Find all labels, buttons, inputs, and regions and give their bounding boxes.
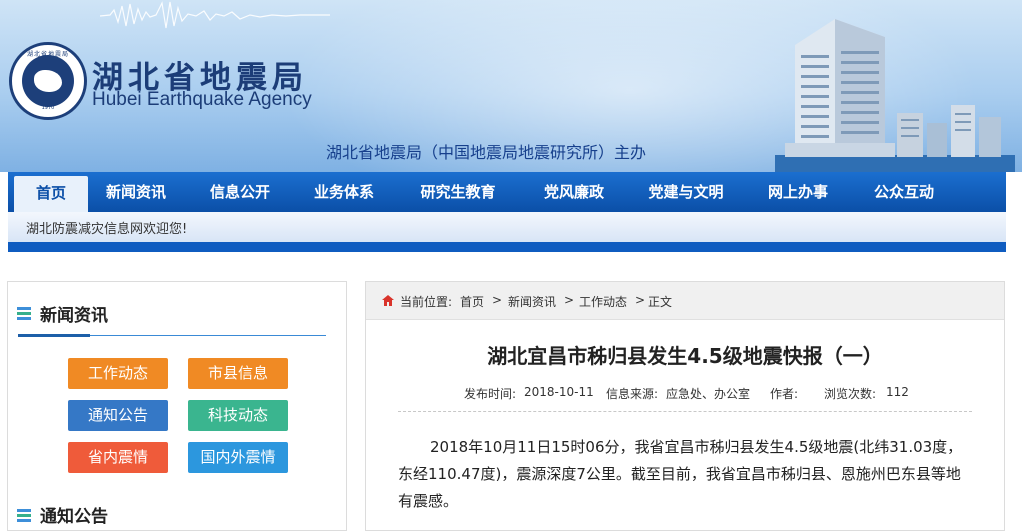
hubei-map-shape — [34, 70, 62, 92]
header-banner: 湖北省地震局 1970 湖北省地震局 Hubei Earthquake Agen… — [0, 0, 1022, 172]
breadcrumb-news[interactable]: 新闻资讯 — [508, 293, 556, 310]
publish-date: 2018-10-11 — [524, 385, 594, 399]
category-tech-updates-button[interactable]: 科技动态 — [188, 400, 288, 431]
source-value: 应急处、办公室 — [666, 387, 751, 401]
breadcrumb-separator: > — [635, 293, 646, 307]
meta-divider — [398, 411, 972, 412]
category-work-updates-button[interactable]: 工作动态 — [68, 358, 168, 389]
breadcrumb-separator: > — [564, 293, 575, 307]
breadcrumb-prefix: 当前位置: — [400, 295, 453, 309]
category-global-quakes-button[interactable]: 国内外震情 — [188, 442, 288, 473]
sponsor-text: 湖北省地震局（中国地震局地震研究所）主办 — [326, 143, 647, 162]
nav-item-party-integrity[interactable]: 党风廉政 — [530, 172, 618, 212]
views-count: 112 — [886, 385, 909, 399]
breadcrumb-current: 正文 — [648, 295, 673, 309]
article-title: 湖北宜昌市秭归县发生4.5级地震快报（一） — [487, 344, 883, 368]
source-label: 信息来源: — [606, 387, 659, 401]
category-province-quakes-button[interactable]: 省内震情 — [68, 442, 168, 473]
section-divider — [18, 334, 326, 337]
nav-item-news[interactable]: 新闻资讯 — [92, 172, 180, 212]
nav-item-graduate-education[interactable]: 研究生教育 — [406, 172, 510, 212]
nav-item-home[interactable]: 首页 — [14, 176, 88, 212]
nav-item-public-interaction[interactable]: 公众互动 — [860, 172, 948, 212]
logo-emblem — [22, 55, 74, 107]
main-nav: 首页 新闻资讯 信息公开 业务体系 研究生教育 党风廉政 党建与文明 网上办事 … — [8, 172, 1006, 212]
breadcrumb-separator: > — [492, 293, 503, 307]
breadcrumb-work-updates[interactable]: 工作动态 — [579, 293, 627, 310]
news-sidebar: 新闻资讯 工作动态 市县信息 通知公告 科技动态 省内震情 国内外震情 通知公告 — [7, 281, 347, 531]
publish-label: 发布时间: — [464, 387, 517, 401]
welcome-marquee: 湖北防震减灾信息网欢迎您! — [8, 212, 1006, 242]
site-title-en: Hubei Earthquake Agency — [92, 89, 312, 110]
home-icon[interactable] — [382, 295, 394, 306]
welcome-text: 湖北防震减灾信息网欢迎您! — [26, 222, 188, 237]
sidebar-notices-title: 通知公告 — [40, 507, 108, 527]
category-notices-button[interactable]: 通知公告 — [68, 400, 168, 431]
nav-item-online-services[interactable]: 网上办事 — [754, 172, 842, 212]
author-label: 作者: — [770, 387, 799, 401]
nav-item-party-civilization[interactable]: 党建与文明 — [634, 172, 738, 212]
views-label: 浏览次数: — [824, 387, 877, 401]
breadcrumb-home[interactable]: 首页 — [460, 293, 484, 310]
breadcrumb: 当前位置: 首页 > 新闻资讯 > 工作动态 > 正文 — [366, 282, 1004, 320]
agency-logo[interactable]: 湖北省地震局 1970 — [9, 42, 87, 120]
article-panel: 当前位置: 首页 > 新闻资讯 > 工作动态 > 正文 湖北宜昌市秭归县发生4.… — [365, 281, 1005, 531]
nav-item-info-disclosure[interactable]: 信息公开 — [196, 172, 284, 212]
logo-year: 1970 — [41, 105, 55, 111]
article-body: 2018年10月11日15时06分，我省宜昌市秭归县发生4.5级地震(北纬31.… — [398, 438, 963, 510]
nav-bottom-stripe — [8, 242, 1006, 252]
list-icon — [17, 509, 31, 524]
seismograph-graphic — [100, 1, 330, 29]
building-illustration — [775, 19, 1015, 172]
list-icon — [17, 307, 31, 322]
sidebar-news-title: 新闻资讯 — [40, 306, 108, 326]
nav-item-business-system[interactable]: 业务体系 — [300, 172, 388, 212]
category-city-county-button[interactable]: 市县信息 — [188, 358, 288, 389]
